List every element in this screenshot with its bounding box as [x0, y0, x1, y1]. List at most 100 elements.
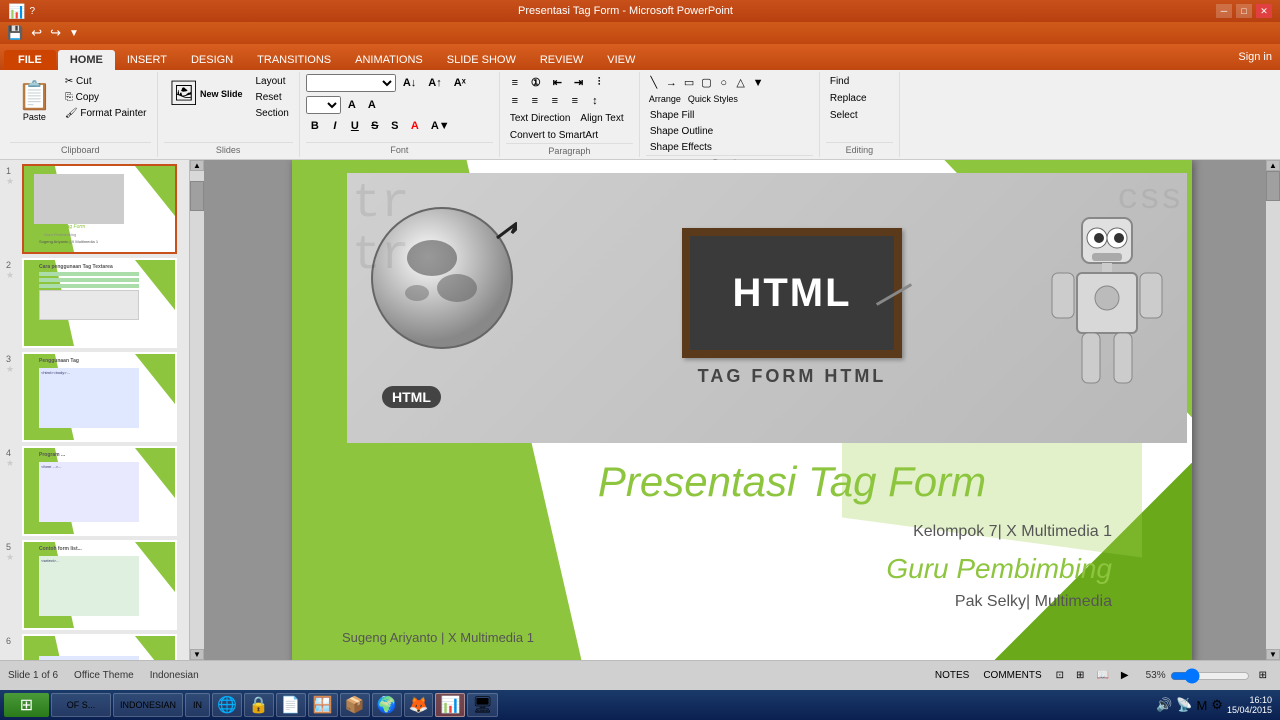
bold-button[interactable]: B — [306, 118, 324, 134]
numbering-button[interactable]: ① — [526, 74, 546, 91]
undo-quick-button[interactable]: ↩ — [28, 24, 45, 42]
taskbar-item-ofstart[interactable]: OF S... — [51, 693, 111, 717]
slide-thumb-4[interactable]: 4 ★ Program ... <form ...>... — [22, 446, 185, 536]
taskbar-icon-m[interactable]: M — [1196, 698, 1207, 713]
highlight-button[interactable]: A▼ — [426, 118, 455, 134]
shape-arrow[interactable]: → — [663, 74, 680, 91]
font-size-btn[interactable]: A — [343, 96, 361, 114]
align-left-button[interactable]: ≡ — [506, 93, 524, 109]
shape-fill-button[interactable]: Shape Fill — [646, 108, 786, 123]
reset-button[interactable]: Reset — [251, 90, 292, 105]
zoom-slider[interactable] — [1170, 669, 1250, 683]
notes-button[interactable]: NOTES — [930, 668, 974, 683]
customize-quick-button[interactable]: ▼ — [66, 27, 82, 40]
slideshow-button[interactable]: ▶ — [1116, 668, 1134, 683]
tab-slideshow[interactable]: SLIDE SHOW — [435, 50, 528, 70]
scroll-thumb[interactable] — [190, 181, 204, 211]
clear-format-button[interactable]: Aˣ — [449, 74, 471, 92]
minimize-button[interactable]: ─ — [1216, 4, 1232, 18]
new-slide-button[interactable]: 🖼 New Slide — [164, 74, 248, 113]
taskbar-item-3[interactable]: 📄 — [276, 693, 306, 717]
replace-button[interactable]: Replace — [826, 91, 871, 106]
decrease-indent-button[interactable]: ⇤ — [548, 74, 567, 91]
color-button[interactable]: A — [406, 118, 424, 134]
close-button[interactable]: ✕ — [1256, 4, 1272, 18]
shape-oval[interactable]: ○ — [716, 74, 732, 91]
underline-button[interactable]: U — [346, 118, 364, 134]
scroll-down-button[interactable]: ▼ — [190, 649, 204, 660]
paste-button[interactable]: 📋 Paste — [10, 74, 59, 142]
tab-transitions[interactable]: TRANSITIONS — [245, 50, 343, 70]
comments-button[interactable]: COMMENTS — [978, 668, 1046, 683]
redo-quick-button[interactable]: ↪ — [47, 24, 64, 42]
shape-more[interactable]: ▼ — [750, 74, 767, 91]
bullets-button[interactable]: ≡ — [506, 74, 524, 91]
italic-button[interactable]: I — [326, 118, 344, 134]
shape-effects-button[interactable]: Shape Effects — [646, 140, 786, 155]
tab-review[interactable]: REVIEW — [528, 50, 595, 70]
line-spacing-button[interactable]: ↕ — [586, 93, 604, 109]
font-size-btn2[interactable]: A — [363, 96, 381, 114]
font-size-select[interactable] — [306, 96, 341, 114]
slide-sorter-button[interactable]: ⊞ — [1071, 668, 1089, 683]
normal-view-button[interactable]: ⊡ — [1051, 668, 1069, 683]
cut-button[interactable]: ✂ Cut — [61, 74, 151, 89]
taskbar-item-lang[interactable]: IN — [185, 693, 210, 717]
layout-button[interactable]: Layout — [251, 74, 292, 89]
taskbar-item-5[interactable]: 📦 — [340, 693, 370, 717]
taskbar-item-indonesian[interactable]: INDONESIAN — [113, 693, 183, 717]
sign-in[interactable]: Sign in — [1238, 44, 1272, 70]
vscroll-down[interactable]: ▼ — [1266, 649, 1280, 660]
find-button[interactable]: Find — [826, 74, 871, 89]
tab-insert[interactable]: INSERT — [115, 50, 179, 70]
font-size-increase[interactable]: A↑ — [423, 74, 446, 92]
taskbar-item-4[interactable]: 🪟 — [308, 693, 338, 717]
format-painter-button[interactable]: 🖌 Format Painter — [61, 106, 151, 121]
left-vscroll[interactable]: ▲ ▼ — [190, 160, 204, 660]
section-button[interactable]: Section — [251, 106, 292, 121]
shape-rounded-rect[interactable]: ▢ — [698, 74, 714, 91]
slide-thumb-1[interactable]: 1 ★ Presentasi Tag Form Guru Pembimbing … — [22, 164, 185, 254]
slide-thumb-3[interactable]: 3 ★ Penggunaan Tag <html><body>... — [22, 352, 185, 442]
convert-smartart-button[interactable]: Convert to SmartArt — [506, 128, 628, 143]
tab-file[interactable]: FILE — [4, 50, 56, 70]
quick-styles-button[interactable]: Quick Styles — [685, 92, 741, 106]
slide-thumb-5[interactable]: 5 ★ Contoh form list... <select>... — [22, 540, 185, 630]
start-button[interactable]: ⊞ — [4, 693, 49, 717]
scroll-up-button[interactable]: ▲ — [190, 160, 204, 171]
copy-button[interactable]: ⎘ Copy — [61, 90, 151, 105]
taskbar-item-ppt[interactable]: 📊 — [435, 693, 465, 717]
font-name-select[interactable] — [306, 74, 396, 92]
taskbar-icon-sound[interactable]: 🔊 — [1156, 697, 1172, 713]
reading-view-button[interactable]: 📖 — [1091, 668, 1113, 683]
arrange-button[interactable]: Arrange — [646, 92, 684, 106]
taskbar-item-7[interactable]: 🦊 — [404, 693, 434, 717]
taskbar-item-6[interactable]: 🌍 — [372, 693, 402, 717]
shape-triangle[interactable]: △ — [733, 74, 749, 91]
slide-thumb-6[interactable]: 6 — [22, 634, 185, 660]
columns-button[interactable]: ⫶ — [590, 74, 608, 91]
taskbar-item-9[interactable]: 🖥 — [467, 693, 497, 717]
vscroll-thumb[interactable] — [1266, 171, 1280, 201]
align-text-button[interactable]: Align Text — [576, 111, 627, 126]
strikethrough-button[interactable]: S — [366, 118, 384, 134]
fit-slide-button[interactable]: ⊞ — [1254, 668, 1272, 683]
taskbar-item-2[interactable]: 🔒 — [244, 693, 274, 717]
shadow-button[interactable]: S — [386, 118, 404, 134]
tab-design[interactable]: DESIGN — [179, 50, 245, 70]
align-right-button[interactable]: ≡ — [546, 93, 564, 109]
maximize-button[interactable]: □ — [1236, 4, 1252, 18]
font-size-decrease[interactable]: A↓ — [398, 74, 421, 92]
align-center-button[interactable]: ≡ — [526, 93, 544, 109]
select-button[interactable]: Select — [826, 108, 871, 123]
text-direction-button[interactable]: Text Direction — [506, 111, 575, 126]
increase-indent-button[interactable]: ⇥ — [569, 74, 588, 91]
taskbar-item-1[interactable]: 🌐 — [212, 693, 242, 717]
right-vscroll[interactable]: ▲ ▼ — [1266, 160, 1280, 660]
tab-animations[interactable]: ANIMATIONS — [343, 50, 435, 70]
shape-rect[interactable]: ▭ — [681, 74, 697, 91]
vscroll-up[interactable]: ▲ — [1266, 160, 1280, 171]
shape-outline-button[interactable]: Shape Outline — [646, 124, 786, 139]
justify-button[interactable]: ≡ — [566, 93, 584, 109]
tab-home[interactable]: HOME — [58, 50, 115, 70]
